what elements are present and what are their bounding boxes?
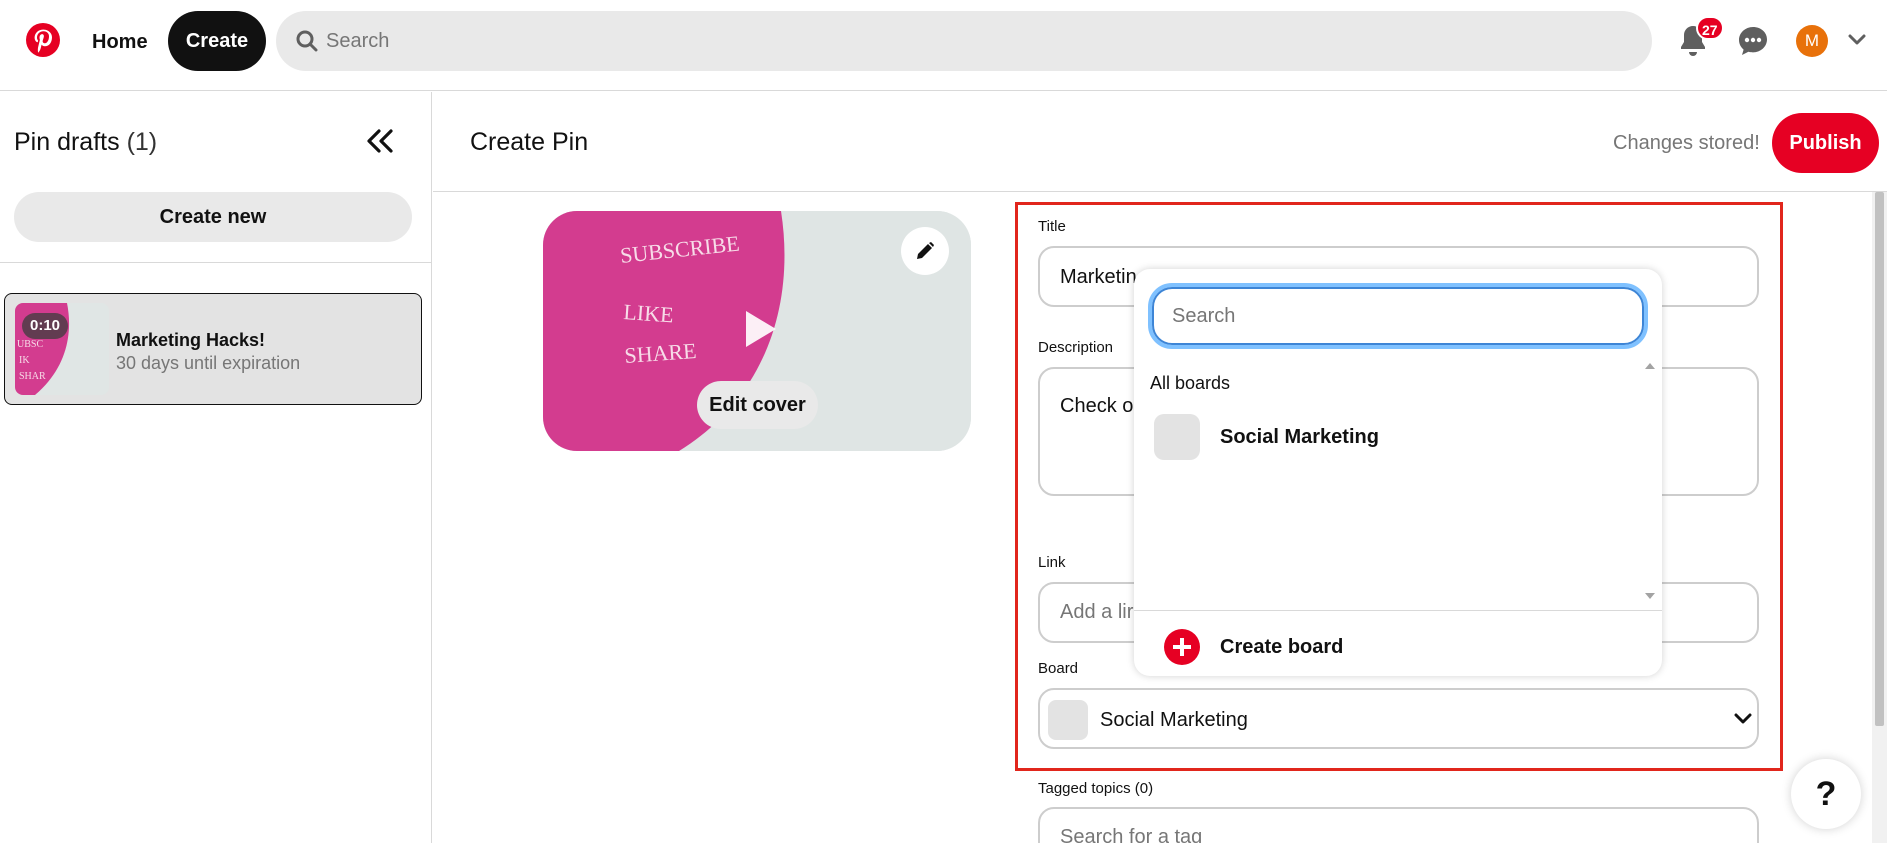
search-icon [296, 30, 318, 52]
nav-create-link[interactable]: Create [168, 11, 266, 71]
draft-expiration: 30 days until expiration [116, 353, 301, 373]
lyric-line-3: SHARE [624, 338, 698, 368]
board-option-social-marketing[interactable]: Social Marketing [1154, 412, 1634, 462]
create-board-label: Create board [1220, 636, 1344, 658]
pin-drafts-title-text: Pin drafts [14, 128, 120, 156]
help-button[interactable]: ? [1791, 759, 1861, 829]
pinterest-logo-icon[interactable] [25, 22, 61, 58]
top-search-input[interactable] [326, 11, 1626, 71]
draft-duration: 0:10 [22, 313, 69, 339]
draft-item[interactable]: UBSC IK SHAR 0:10 Marketing Hacks! 30 da… [4, 293, 422, 405]
page-title: Create Pin [470, 128, 589, 156]
dropdown-scrollbar[interactable] [1642, 359, 1658, 603]
collapse-sidebar-icon[interactable] [366, 128, 394, 154]
page-scrollbar-thumb[interactable] [1875, 192, 1884, 726]
thumb-word-1: UBSC [17, 339, 43, 350]
thumb-word-3: SHAR [19, 371, 46, 382]
pin-drafts-title: Pin drafts (1) [14, 128, 157, 157]
notification-count-badge: 27 [1696, 16, 1724, 40]
board-dropdown: All boards Social Marketing Create board [1134, 269, 1662, 676]
board-search-box[interactable] [1148, 283, 1648, 349]
pin-drafts-count: (1) [126, 128, 158, 156]
lyric-line-2: LIKE [623, 299, 675, 327]
thumb-word-2: IK [19, 355, 30, 366]
save-status: Changes stored! [1613, 132, 1760, 154]
edit-media-button[interactable] [901, 227, 949, 275]
board-option-label: Social Marketing [1220, 426, 1379, 448]
tag-search-field[interactable] [1038, 807, 1759, 843]
account-chevron-down-icon[interactable] [1848, 33, 1866, 47]
top-search-bar[interactable] [276, 11, 1652, 71]
draft-name: Marketing Hacks! [116, 330, 266, 350]
plus-icon [1164, 629, 1200, 665]
create-pin-header: Create Pin Changes stored! Publish [433, 92, 1887, 192]
board-option-thumbnail [1154, 414, 1200, 460]
sidebar-divider [0, 262, 432, 263]
publish-button[interactable]: Publish [1772, 113, 1879, 173]
all-boards-heading: All boards [1150, 373, 1231, 393]
scroll-up-arrow-icon[interactable] [1645, 363, 1655, 369]
board-search-input[interactable] [1172, 287, 1612, 345]
page-scrollbar[interactable] [1872, 192, 1887, 843]
messages-icon[interactable] [1737, 25, 1769, 57]
tag-search-input[interactable] [1060, 809, 1740, 843]
create-new-button[interactable]: Create new [14, 192, 412, 242]
dropdown-divider [1134, 610, 1662, 611]
pin-drafts-sidebar: Pin drafts (1) Create new UBSC IK SHAR 0… [0, 92, 432, 843]
create-board-button[interactable]: Create board [1164, 627, 1464, 667]
nav-home-link[interactable]: Home [76, 12, 164, 72]
top-nav: Home Create 27 M [0, 0, 1887, 91]
pencil-icon [917, 242, 934, 259]
edit-cover-button[interactable]: Edit cover [697, 381, 818, 429]
draft-thumbnail: UBSC IK SHAR 0:10 [15, 303, 109, 395]
play-icon[interactable] [742, 308, 778, 350]
profile-avatar[interactable]: M [1796, 25, 1828, 57]
tagged-topics-label: Tagged topics (0) [1038, 780, 1154, 797]
scroll-down-arrow-icon[interactable] [1645, 593, 1655, 599]
